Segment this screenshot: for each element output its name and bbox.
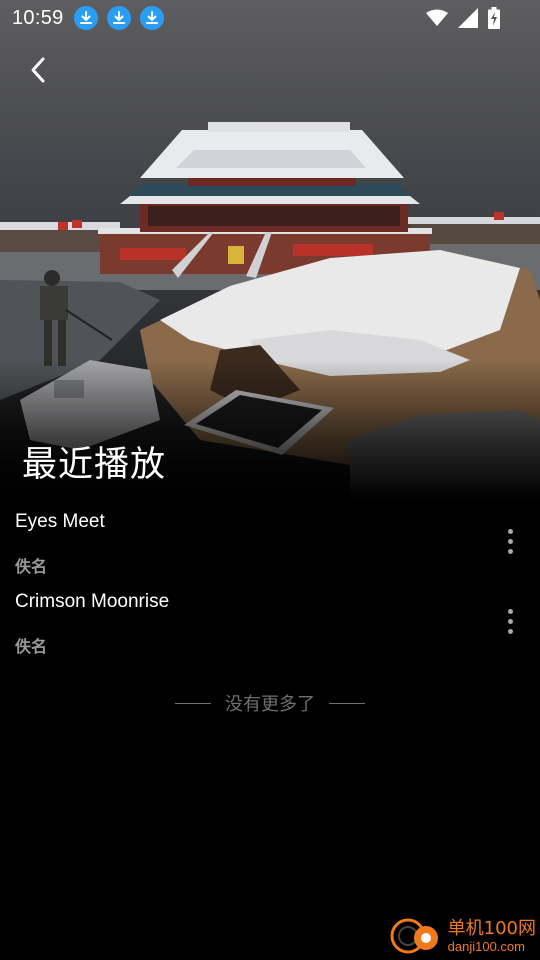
end-of-list-text: 没有更多了: [225, 694, 315, 715]
signal-icon: [458, 8, 478, 32]
song-list-item[interactable]: Crimson Moonrise 佚名: [0, 580, 540, 660]
more-vertical-icon: [507, 608, 513, 614]
song-artist: 佚名: [15, 557, 48, 576]
download-icon: [106, 6, 131, 30]
divider-line: [329, 702, 365, 704]
recent-songs-list: Eyes Meet 佚名 Crimson Moonrise 佚名: [0, 500, 540, 660]
more-options-button[interactable]: [498, 606, 522, 636]
song-list-item[interactable]: Eyes Meet 佚名: [0, 500, 540, 580]
more-options-button[interactable]: [498, 526, 522, 556]
hero-banner-image: [0, 0, 540, 500]
wifi-icon: [426, 9, 448, 31]
watermark-cn-text: 单机100网: [447, 917, 536, 939]
watermark-en-text: danji100.com: [447, 938, 525, 954]
more-vertical-icon: [507, 528, 513, 534]
status-time: 10:59: [12, 6, 64, 29]
back-button[interactable]: [20, 52, 56, 92]
divider-line: [175, 702, 211, 704]
status-bar: 10:59: [0, 0, 540, 36]
song-title: Eyes Meet: [15, 511, 105, 532]
watermark-logo-icon: [386, 914, 444, 958]
download-icon: [139, 6, 164, 30]
notification-icons: [73, 6, 164, 30]
battery-charging-icon: [488, 7, 500, 33]
site-watermark: 单机100网 danji100.com: [386, 914, 536, 958]
song-title: Crimson Moonrise: [15, 591, 170, 612]
status-right-icons: [426, 7, 500, 33]
end-of-list-note: 没有更多了: [0, 690, 540, 716]
recent-plays-screen: 10:59 最近播放 Eyes Meet 佚名 Crimson Moonrise…: [0, 0, 540, 960]
chevron-left-icon: [30, 56, 46, 88]
page-title: 最近播放: [22, 445, 167, 485]
song-artist: 佚名: [15, 637, 48, 656]
download-icon: [73, 6, 98, 30]
